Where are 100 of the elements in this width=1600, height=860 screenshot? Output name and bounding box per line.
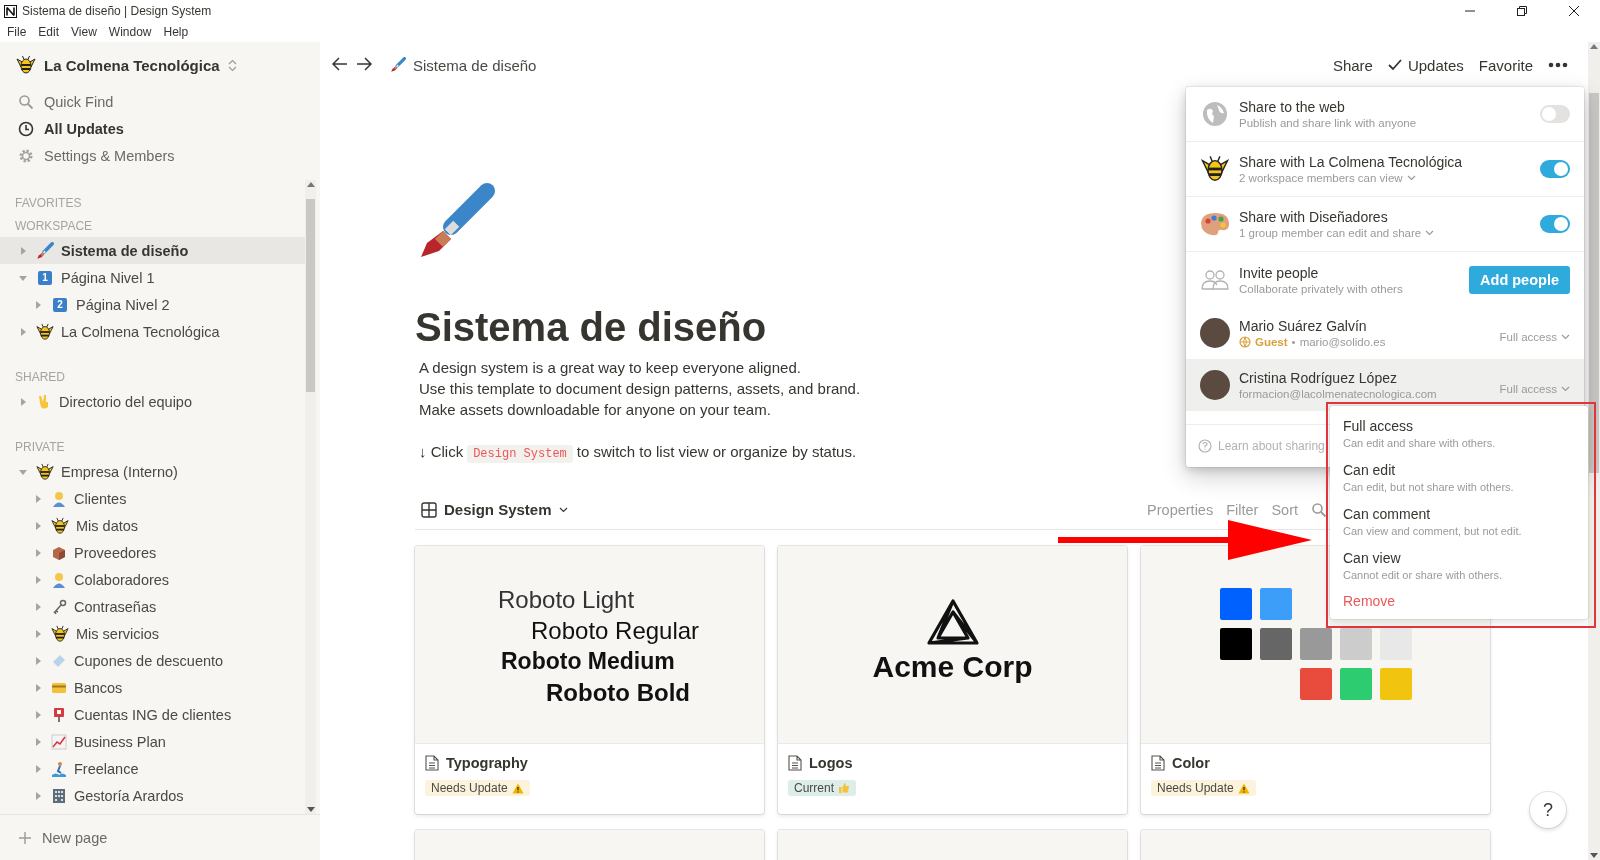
sidebar-item[interactable]: Proveedores <box>0 539 305 566</box>
gallery-icon <box>421 501 437 518</box>
caret-icon[interactable] <box>33 299 43 310</box>
palette-icon <box>1200 211 1230 237</box>
sidebar-item[interactable]: Gestoría Arardos <box>0 782 305 809</box>
caret-icon[interactable] <box>33 763 43 774</box>
avatar <box>1200 318 1230 348</box>
caret-icon[interactable] <box>33 790 43 801</box>
menu-item[interactable]: File <box>1 25 33 39</box>
caret-icon[interactable] <box>18 396 28 407</box>
search-icon[interactable] <box>1311 501 1327 518</box>
more-icon[interactable] <box>1548 62 1568 68</box>
brush-icon <box>36 241 54 260</box>
caret-icon[interactable] <box>33 736 43 747</box>
sidebar-nav-item[interactable]: All Updates <box>0 115 320 142</box>
sidebar-item[interactable]: Mis servicios <box>0 620 305 647</box>
plus-icon <box>18 830 32 845</box>
bee-icon <box>36 462 54 481</box>
sidebar-item[interactable]: Business Plan <box>0 728 305 755</box>
toggle-switch[interactable] <box>1540 105 1570 123</box>
triangle-logo-icon <box>925 598 980 646</box>
member-email: mario@solido.es <box>1299 336 1386 348</box>
chevron-icon[interactable] <box>1425 230 1435 236</box>
topbar-button[interactable]: Share <box>1332 56 1373 74</box>
sidebar-item[interactable]: Cuentas ING de clientes <box>0 701 305 728</box>
caret-icon[interactable] <box>33 709 43 720</box>
section-label: WORKSPACE <box>14 217 94 235</box>
window-title: Sistema de diseño | Design System <box>22 4 213 18</box>
menu-item[interactable]: Edit <box>32 25 66 39</box>
sidebar-item[interactable]: Cupones de descuento <box>0 647 305 674</box>
forward-icon[interactable] <box>356 56 372 71</box>
menu-option[interactable]: Can edit Can edit, but not share with others. <box>1330 455 1588 499</box>
share-option-title: Share to the web <box>1239 99 1346 115</box>
restore-icon[interactable] <box>1517 6 1527 16</box>
menu-item[interactable]: Window <box>102 25 158 39</box>
view-switcher[interactable]: Design System <box>421 501 568 518</box>
workspace-switcher[interactable]: La Colmena Tecnológica <box>16 55 237 75</box>
app-icon <box>4 4 17 18</box>
chevron-icon <box>1561 386 1570 392</box>
globe-icon <box>1202 101 1228 127</box>
share-option-title: Share with Diseñadores <box>1239 209 1389 225</box>
sidebar-item[interactable]: La Colmena Tecnológica <box>0 318 305 345</box>
sidebar-item[interactable]: Mis datos <box>0 512 305 539</box>
key-icon <box>51 598 67 615</box>
toggle-switch[interactable] <box>1540 215 1570 233</box>
caret-icon[interactable] <box>33 520 43 531</box>
bee-icon <box>36 322 54 341</box>
share-option-subtitle: 1 group member can edit and share <box>1239 227 1422 239</box>
member-row[interactable]: Mario Suárez Galvín Guest • mario@solido.es Full access <box>1186 307 1584 359</box>
menu-option[interactable]: Full access Can edit and share with others. <box>1330 411 1588 455</box>
menu-item[interactable]: Help <box>157 25 195 39</box>
caret-icon[interactable] <box>18 326 28 337</box>
breadcrumb-link[interactable]: Sistema de diseño <box>413 56 537 74</box>
caret-icon[interactable] <box>33 682 43 693</box>
sidebar-item[interactable]: 1 Página Nivel 1 <box>0 264 305 291</box>
topbar-button[interactable]: Favorite <box>1478 56 1533 74</box>
sidebar-item[interactable]: Sistema de diseño <box>0 237 305 264</box>
caret-icon[interactable] <box>33 655 43 666</box>
figure-icon <box>51 760 67 777</box>
updown-icon <box>227 58 237 72</box>
menu-item[interactable]: View <box>65 25 103 39</box>
person-icon <box>51 490 67 507</box>
topbar-button[interactable]: Updates <box>1387 56 1464 74</box>
sidebar-item[interactable]: Colaboradores <box>0 566 305 593</box>
close-icon[interactable] <box>1569 6 1579 16</box>
gallery-card[interactable]: Roboto Light Roboto Regular Roboto Medium Roboto Bold Typography Needs Update <box>415 546 764 814</box>
sample-text: Roboto Medium <box>501 647 675 676</box>
help-button[interactable]: ? <box>1530 792 1566 828</box>
caret-icon[interactable] <box>33 601 43 612</box>
sidebar-item[interactable]: Empresa (Interno) <box>0 458 305 485</box>
gallery-card[interactable]: Acme Corp Logos Current <box>778 546 1127 814</box>
document-icon <box>788 755 802 771</box>
caret-icon[interactable] <box>33 574 43 585</box>
caret-icon[interactable] <box>33 493 43 504</box>
caret-icon[interactable] <box>18 245 28 256</box>
sidebar-item[interactable]: Directorio del equipo <box>0 388 305 415</box>
menu-option[interactable]: Can comment Can view and comment, but not edit. <box>1330 499 1588 543</box>
caret-icon[interactable] <box>33 547 43 558</box>
thumbs-up-icon <box>838 782 850 794</box>
remove-option[interactable]: Remove <box>1330 587 1409 613</box>
caret-icon[interactable] <box>33 628 43 639</box>
back-icon[interactable] <box>332 56 348 71</box>
sidebar-nav-item[interactable]: Settings & Members <box>0 142 320 169</box>
sidebar-item[interactable]: Clientes <box>0 485 305 512</box>
people-icon <box>1201 268 1229 291</box>
new-page-button[interactable]: New page <box>0 814 320 860</box>
sidebar-item[interactable]: Freelance <box>0 755 305 782</box>
tag-label: Needs Update <box>431 781 508 795</box>
scrollbar[interactable] <box>305 180 316 814</box>
check-icon <box>1387 59 1402 71</box>
bee-icon <box>51 516 69 535</box>
toggle-switch[interactable] <box>1540 160 1570 178</box>
member-name: Mario Suárez Galvín <box>1239 318 1368 334</box>
member-row[interactable]: Cristina Rodríguez López formacion@lacolmenatecnologica.com Full access <box>1186 359 1584 411</box>
sidebar-item[interactable]: Bancos <box>0 674 305 701</box>
sidebar-item[interactable]: 2 Página Nivel 2 <box>0 291 305 318</box>
sidebar-item[interactable]: Contraseñas <box>0 593 305 620</box>
chevron-icon[interactable] <box>1406 175 1416 181</box>
sidebar-nav-item[interactable]: Quick Find <box>0 88 320 115</box>
scrollbar[interactable] <box>1588 42 1600 860</box>
